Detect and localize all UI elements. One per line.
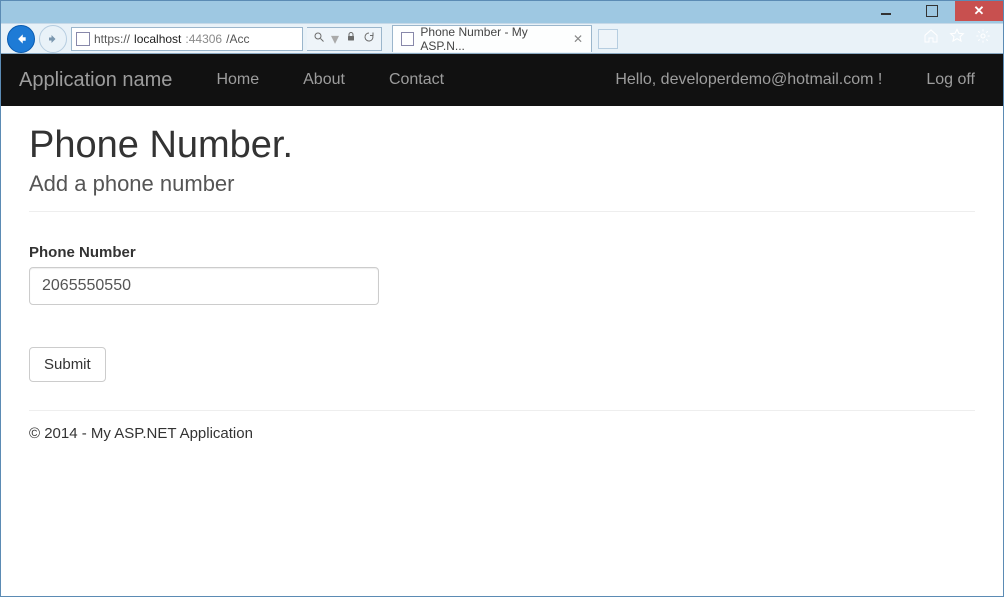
title-separator [29, 211, 975, 212]
nav-about-link[interactable]: About [293, 65, 355, 95]
phone-label: Phone Number [29, 244, 975, 261]
brand-link[interactable]: Application name [19, 69, 172, 92]
submit-button[interactable]: Submit [29, 347, 106, 382]
phone-input[interactable] [29, 267, 379, 305]
favorites-star-icon[interactable] [949, 28, 965, 49]
window-minimize-button[interactable] [863, 1, 909, 21]
nav-back-button[interactable] [7, 25, 35, 53]
settings-gear-icon[interactable] [975, 28, 991, 49]
home-icon[interactable] [923, 28, 939, 49]
site-navbar: Application name Home About Contact Hell… [1, 54, 1003, 106]
url-port: :44306 [185, 32, 222, 46]
url-path: /Acc [226, 32, 249, 46]
browser-tab[interactable]: Phone Number - My ASP.N... ✕ [392, 25, 592, 52]
window-close-button[interactable]: ✕ [955, 1, 1003, 21]
footer-separator [29, 410, 975, 411]
url-scheme: https:// [94, 32, 130, 46]
window-maximize-button[interactable] [909, 1, 955, 21]
nav-logoff-link[interactable]: Log off [916, 65, 985, 95]
search-dropdown-icon[interactable] [313, 30, 325, 48]
footer-text: © 2014 - My ASP.NET Application [29, 425, 975, 442]
page-title: Phone Number. [29, 124, 975, 167]
nav-contact-link[interactable]: Contact [379, 65, 454, 95]
browser-window: ✕ https:// localhost :44306/Acc ▾ [0, 0, 1004, 597]
page-container: Phone Number. Add a phone number Phone N… [1, 106, 1003, 460]
nav-home-link[interactable]: Home [206, 65, 269, 95]
new-tab-button[interactable] [598, 29, 618, 49]
refresh-icon[interactable] [363, 30, 375, 48]
page-icon [76, 32, 90, 46]
address-bar-controls: ▾ [307, 27, 382, 51]
tab-close-icon[interactable]: ✕ [573, 32, 583, 46]
lock-icon[interactable] [345, 30, 357, 48]
separator: ▾ [331, 29, 339, 49]
page-viewport[interactable]: Application name Home About Contact Hell… [1, 54, 1003, 596]
tab-title: Phone Number - My ASP.N... [420, 25, 567, 53]
window-titlebar: ✕ [1, 1, 1003, 23]
tab-page-icon [401, 32, 414, 46]
url-host: localhost [134, 32, 181, 46]
browser-toolbar: https:// localhost :44306/Acc ▾ Phone Numb… [1, 23, 1003, 54]
browser-right-icons [923, 28, 997, 49]
phone-form-group: Phone Number [29, 244, 975, 305]
nav-forward-button[interactable] [39, 25, 67, 53]
nav-greeting-link[interactable]: Hello, developerdemo@hotmail.com ! [605, 65, 892, 95]
page-subtitle: Add a phone number [29, 171, 975, 197]
address-bar[interactable]: https:// localhost :44306/Acc [71, 27, 303, 51]
